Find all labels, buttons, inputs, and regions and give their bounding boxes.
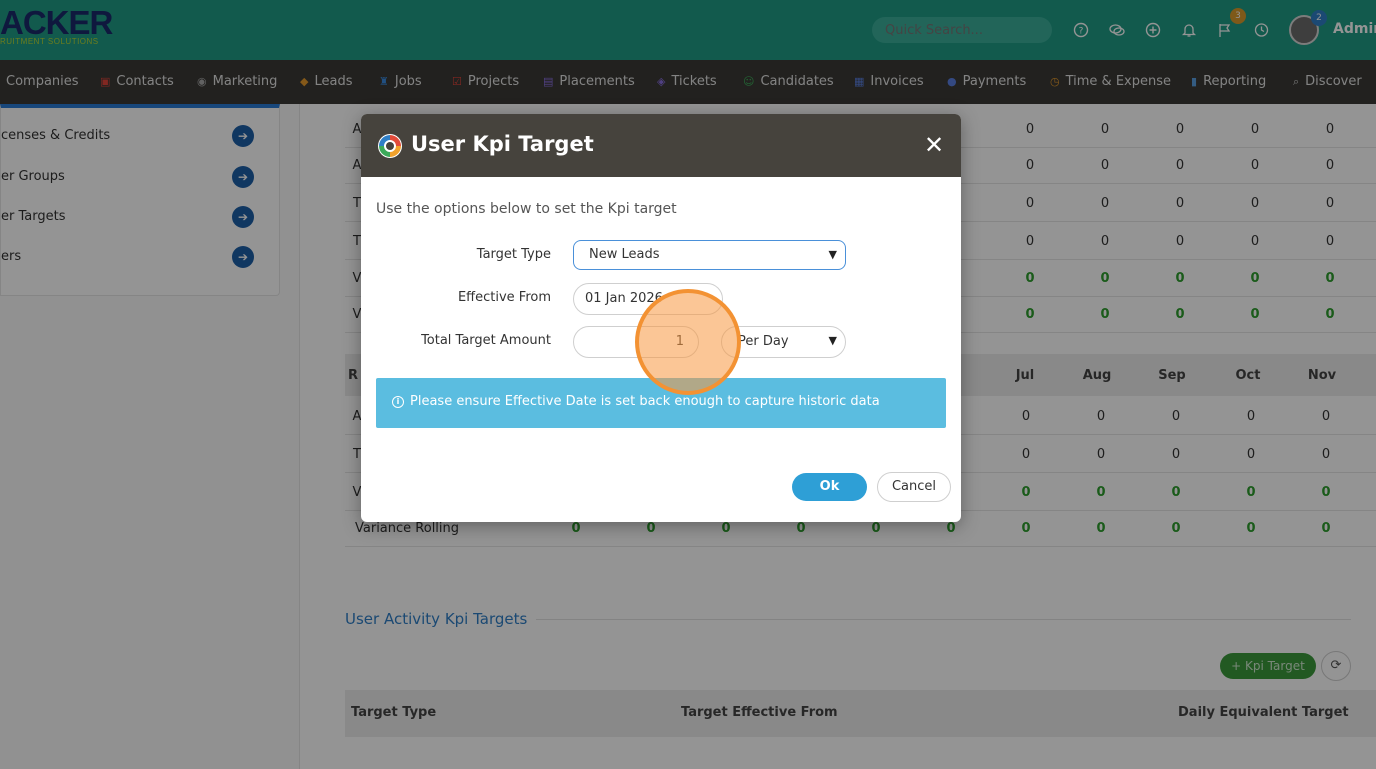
dialog-title: User Kpi Target	[411, 132, 594, 156]
effective-from-label: Effective From	[457, 290, 551, 305]
close-icon[interactable]: ✕	[924, 131, 944, 159]
cancel-button[interactable]: Cancel	[877, 472, 951, 502]
target-period-value: Per Day	[738, 334, 789, 349]
ok-button[interactable]: Ok	[792, 473, 867, 501]
chevron-down-icon: ▼	[828, 248, 837, 261]
chevron-down-icon: ▼	[828, 334, 837, 347]
dialog-header: User Kpi Target ✕	[361, 114, 961, 177]
app-swirl-logo-icon	[378, 134, 402, 158]
click-highlight-indicator	[635, 289, 741, 395]
target-type-value: New Leads	[589, 247, 660, 262]
info-icon: i	[392, 395, 404, 408]
total-target-label: Total Target Amount	[421, 333, 551, 348]
target-type-label: Target Type	[476, 247, 551, 262]
target-type-select[interactable]: New Leads ▼	[573, 240, 846, 270]
dialog-intro-text: Use the options below to set the Kpi tar…	[376, 201, 677, 217]
info-alert-text: Please ensure Effective Date is set back…	[410, 394, 880, 409]
